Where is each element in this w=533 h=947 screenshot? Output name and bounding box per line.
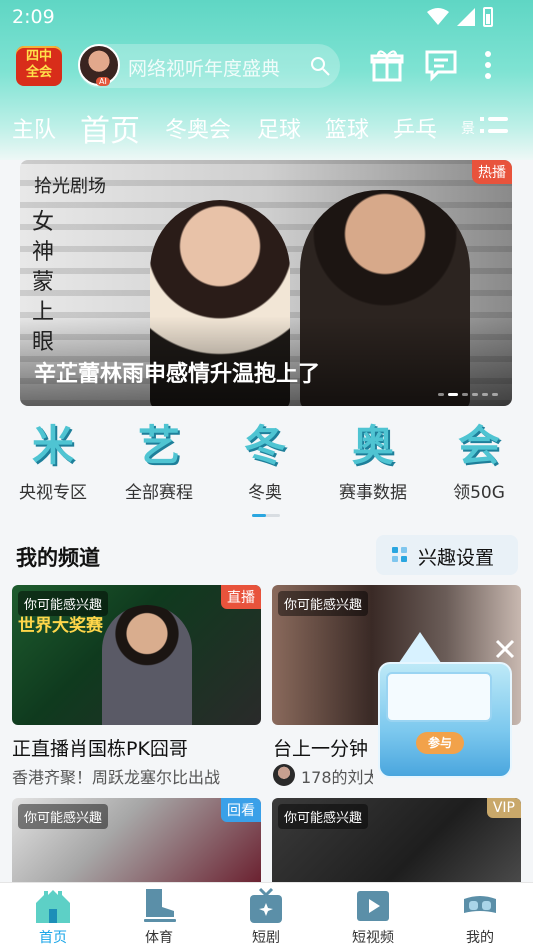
hot-badge: 热播: [472, 160, 512, 184]
home-icon: [36, 890, 70, 923]
category-tabs: 主队 首页 冬奥会 足球 篮球 乒乓 景: [0, 104, 533, 150]
nav-home[interactable]: 首页: [0, 883, 106, 947]
tab-football[interactable]: 足球: [257, 112, 301, 144]
tab-winter-olympics[interactable]: 冬奥会: [165, 112, 231, 144]
pagination-dot[interactable]: [462, 393, 468, 396]
card-title[interactable]: 正直播肖国栋PK囧哥: [12, 734, 261, 761]
gift-icon[interactable]: [370, 48, 404, 82]
player-thumbnail: [102, 605, 192, 725]
nav-short-drama[interactable]: 短剧: [213, 883, 319, 947]
message-icon[interactable]: [424, 48, 458, 82]
section-title: 我的频道: [16, 546, 100, 570]
winter-olympics-icon: 冬: [243, 421, 286, 470]
grid-icon: [392, 547, 407, 562]
hero-banner[interactable]: 拾光剧场 女神蒙上眼 热播 辛芷蕾林雨申感情升温抱上了: [20, 160, 512, 406]
tab-partial[interactable]: 景: [461, 118, 475, 138]
search-bar[interactable]: AI 网络视听年度盛典: [78, 44, 340, 88]
search-icon[interactable]: [310, 56, 330, 76]
status-bar: 2:09: [0, 0, 533, 34]
schedule-icon: 艺: [137, 421, 180, 470]
short-drama-icon: [250, 887, 282, 923]
quick-entry-cctv[interactable]: 米 央视专区: [0, 418, 106, 503]
menu-icon[interactable]: [480, 114, 508, 138]
play-icon: [357, 891, 389, 921]
more-icon[interactable]: [478, 48, 498, 82]
app-logo[interactable]: 四中 全会: [16, 46, 62, 86]
tab-home[interactable]: 首页: [80, 106, 140, 150]
recommend-tag: 你可能感兴趣: [278, 591, 369, 616]
quick-entry-scroll-indicator: [252, 514, 280, 517]
ai-avatar[interactable]: AI: [78, 44, 120, 86]
pagination-dot[interactable]: [472, 393, 478, 396]
participate-button[interactable]: 参与: [416, 732, 464, 754]
card-subtitle: 178的刘太阳: [301, 768, 373, 787]
quick-entries: 米 央视专区 艺 全部赛程 冬 冬奥 奥 赛事数据 会 领50G: [0, 418, 533, 508]
channel-card[interactable]: 世界大奖赛 你可能感兴趣 直播: [12, 585, 261, 725]
nav-sports[interactable]: 体育: [106, 883, 212, 947]
cctv-zone-icon: 米: [31, 421, 74, 470]
close-icon[interactable]: [492, 636, 518, 662]
search-input[interactable]: 网络视听年度盛典: [128, 54, 303, 81]
floating-ad[interactable]: 参与: [372, 632, 518, 778]
card-subtitle: 香港齐聚！周跃龙塞尔比出战: [12, 768, 221, 787]
nav-profile[interactable]: 我的: [427, 883, 533, 947]
tab-table-tennis[interactable]: 乒乓: [393, 112, 437, 144]
nav-short-video[interactable]: 短视频: [320, 883, 426, 947]
channel-card[interactable]: 你可能感兴趣 VIP: [272, 798, 521, 883]
quick-entry-stats[interactable]: 奥 赛事数据: [320, 418, 426, 503]
vip-badge: VIP: [486, 798, 521, 818]
status-time: 2:09: [12, 6, 55, 28]
banner-brand: 拾光剧场: [34, 176, 106, 197]
pagination-dot[interactable]: [438, 393, 444, 396]
pagination-dot[interactable]: [482, 393, 488, 396]
author-avatar[interactable]: [273, 764, 295, 786]
banner-pagination: [438, 393, 498, 396]
ad-preview: [386, 672, 492, 722]
tab-basketball[interactable]: 篮球: [325, 112, 369, 144]
battery-icon: [483, 7, 493, 27]
quick-entry-schedule[interactable]: 艺 全部赛程: [106, 418, 212, 503]
channel-card[interactable]: 你可能感兴趣 回看: [12, 798, 261, 883]
stats-icon: 奥: [351, 421, 394, 470]
data-gift-icon: 会: [457, 421, 500, 470]
pagination-dot[interactable]: [492, 393, 498, 396]
recommend-tag: 你可能感兴趣: [18, 804, 109, 829]
skate-icon: [144, 889, 176, 922]
wifi-icon: [427, 8, 449, 25]
signal-icon: [457, 8, 475, 26]
quick-entry-winter-olympics[interactable]: 冬 冬奥: [212, 418, 318, 503]
quick-entry-data-gift[interactable]: 会 领50G: [426, 418, 532, 503]
card-title[interactable]: 台上一分钟: [273, 734, 373, 761]
banner-caption: 辛芷蕾林雨申感情升温抱上了: [34, 362, 321, 387]
ai-badge: AI: [96, 77, 110, 86]
bottom-navigation: 首页 体育 短剧 短视频 我的: [0, 882, 533, 947]
replay-badge: 回看: [221, 798, 261, 822]
top-header: 四中 全会 AI 网络视听年度盛典: [0, 40, 533, 92]
recommend-tag: 你可能感兴趣: [278, 804, 369, 829]
live-badge: 直播: [221, 585, 261, 609]
banner-art-title: 女神蒙上眼: [32, 210, 55, 355]
pagination-dot[interactable]: [448, 393, 458, 396]
tab-team[interactable]: 主队: [12, 112, 56, 144]
interest-settings-button[interactable]: 兴趣设置: [376, 535, 518, 575]
recommend-tag: 你可能感兴趣: [18, 591, 109, 616]
goggles-icon: [464, 896, 496, 913]
